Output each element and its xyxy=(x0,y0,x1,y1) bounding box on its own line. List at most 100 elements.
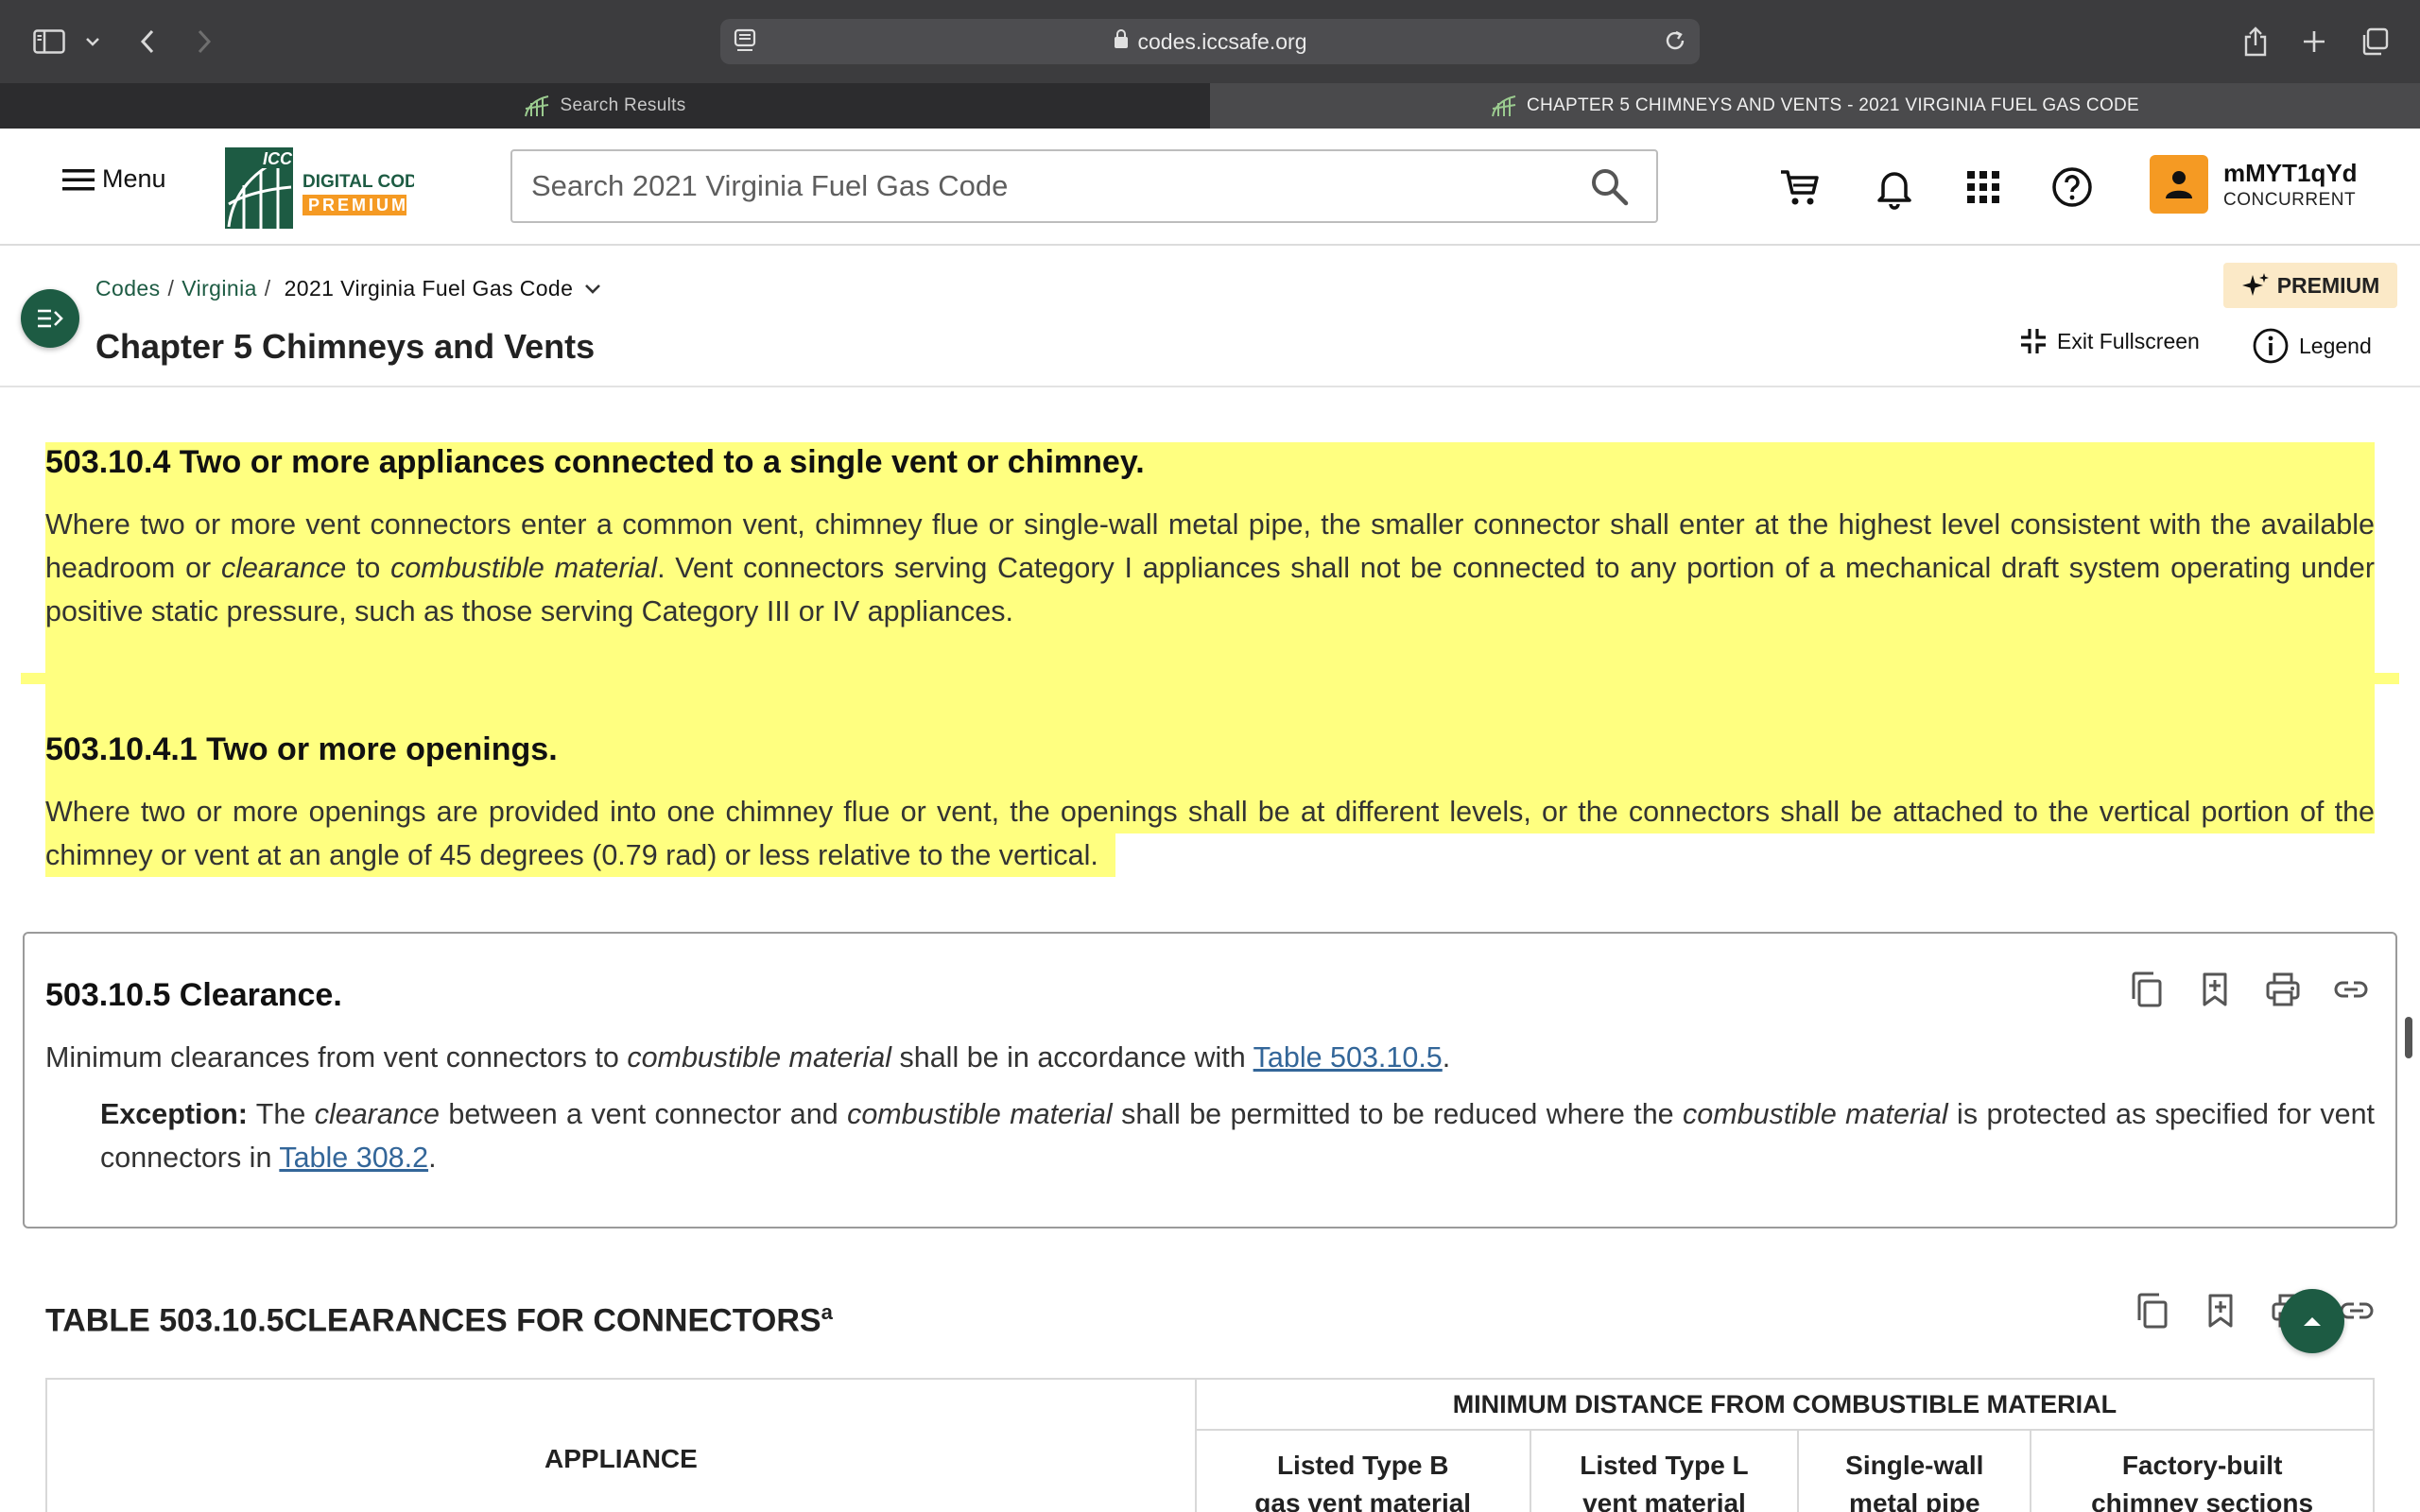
table-title-text: TABLE 503.10.5CLEARANCES FOR CONNECTORS xyxy=(45,1302,821,1339)
hamburger-icon xyxy=(62,168,95,190)
user-icon xyxy=(2166,171,2192,198)
bell-icon[interactable] xyxy=(1872,164,1917,210)
header-line: chimney sections xyxy=(2091,1488,2314,1512)
table-503-10-5-link[interactable]: Table 503.10.5 xyxy=(1253,1041,1443,1074)
header-minimum-distance: MINIMUM DISTANCE FROM COMBUSTIBLE MATERI… xyxy=(1194,1378,2376,1431)
breadcrumb: Codes / Virginia / 2021 Virginia Fuel Ga… xyxy=(95,276,603,301)
toc-icon xyxy=(38,309,63,328)
header-type-b: Listed Type B gas vent material xyxy=(1194,1429,1531,1512)
page-title: Chapter 5 Chimneys and Vents xyxy=(95,327,596,366)
svg-text:ICC: ICC xyxy=(263,149,293,168)
svg-text:PREMIUM: PREMIUM xyxy=(308,196,408,215)
forward-icon[interactable] xyxy=(189,21,219,62)
section-title-503-10-5: 503.10.5 Clearance. xyxy=(45,977,342,1013)
header-line: vent material xyxy=(1582,1488,1746,1512)
sidebar-toggle-icon[interactable] xyxy=(28,21,70,62)
icc-favicon-icon xyxy=(525,95,549,117)
text-run: . xyxy=(428,1142,437,1174)
breadcrumb-codes[interactable]: Codes xyxy=(95,276,160,301)
avatar[interactable] xyxy=(2150,155,2208,214)
scrollbar-thumb[interactable] xyxy=(2405,1017,2412,1058)
header-single-wall: Single-wall metal pipe xyxy=(1797,1429,2032,1512)
clearances-table: APPLIANCE MINIMUM DISTANCE FROM COMBUSTI… xyxy=(45,1378,2376,1512)
scroll-to-top-button[interactable] xyxy=(2280,1289,2344,1353)
apps-grid-icon[interactable] xyxy=(1961,164,2006,210)
search-input[interactable] xyxy=(531,169,1588,203)
exit-fullscreen-icon xyxy=(2021,329,2046,353)
breadcrumb-separator: / xyxy=(167,276,175,301)
text-run: Minimum clearances from vent connectors … xyxy=(45,1041,628,1074)
chevron-down-icon[interactable] xyxy=(81,21,104,62)
exception-label: Exception: xyxy=(100,1098,248,1130)
exit-fullscreen-button[interactable]: Exit Fullscreen xyxy=(2019,327,2200,355)
defined-term: combustible material xyxy=(390,552,658,584)
text-run: shall be in accordance with xyxy=(891,1041,1253,1074)
reader-icon[interactable] xyxy=(734,28,756,59)
premium-badge[interactable]: PREMIUM xyxy=(2223,263,2397,308)
copy-icon[interactable] xyxy=(2129,971,2165,1007)
header-line: metal pipe xyxy=(1849,1488,1980,1512)
code-content: 503.10.4 Two or more appliances connecte… xyxy=(0,387,2420,1512)
table-308-2-link[interactable]: Table 308.2 xyxy=(279,1142,428,1174)
exception-text: Exception: The clearance between a vent … xyxy=(100,1092,2375,1179)
menu-button[interactable]: Menu xyxy=(60,164,166,194)
caret-up-icon xyxy=(2304,1317,2321,1326)
user-account[interactable]: mMYT1qYd CONCURRENT xyxy=(2150,155,2358,214)
tab-bar: Search Results CHAPTER 5 CHIMNEYS AND VE… xyxy=(0,83,2420,129)
new-tab-icon[interactable] xyxy=(2297,21,2331,62)
help-icon[interactable] xyxy=(2049,164,2095,210)
defined-term: combustible material xyxy=(627,1041,892,1074)
text-run: . xyxy=(1442,1041,1451,1074)
info-icon xyxy=(2253,328,2289,364)
user-name: mMYT1qYd xyxy=(2223,158,2358,187)
section-text-503-10-5: Minimum clearances from vent connectors … xyxy=(45,1036,2375,1079)
text-run: The xyxy=(247,1098,315,1130)
bookmark-icon[interactable] xyxy=(2197,971,2233,1007)
text-run: shall be permitted to be reduced where t… xyxy=(1112,1098,1684,1130)
icc-digital-codes-premium-logo[interactable]: ICC DIGITAL CODES PREMIUM xyxy=(225,147,414,229)
icc-favicon-icon xyxy=(1491,95,1516,117)
section-text-503-10-4-1: Where two or more openings are provided … xyxy=(45,796,2375,871)
section-title-503-10-4-1: 503.10.4.1 Two or more openings. xyxy=(45,731,558,767)
chapter-header: Codes / Virginia / 2021 Virginia Fuel Ga… xyxy=(0,248,2420,387)
header-line: Listed Type L xyxy=(1580,1451,1749,1480)
text-run: between a vent connector and xyxy=(439,1098,848,1130)
legend-button[interactable]: Legend xyxy=(2252,327,2372,365)
defined-term: combustible material xyxy=(1683,1098,1948,1130)
breadcrumb-virginia[interactable]: Virginia xyxy=(182,276,257,301)
copy-icon[interactable] xyxy=(2135,1293,2170,1329)
address-bar[interactable]: codes.iccsafe.org xyxy=(720,19,1700,64)
search-box[interactable] xyxy=(510,149,1658,223)
search-icon[interactable] xyxy=(1588,165,1630,207)
breadcrumb-separator: / xyxy=(264,276,271,301)
url-text: codes.iccsafe.org xyxy=(1137,28,1307,54)
bookmark-icon[interactable] xyxy=(2203,1293,2238,1329)
section-text-503-10-4: Where two or more vent connectors enter … xyxy=(45,503,2375,633)
cart-icon[interactable] xyxy=(1777,164,1823,210)
reload-icon[interactable] xyxy=(1664,28,1686,59)
tab-search-results[interactable]: Search Results xyxy=(0,83,1210,129)
legend-label: Legend xyxy=(2299,333,2372,358)
link-icon[interactable] xyxy=(2333,971,2369,1007)
header-appliance: APPLIANCE xyxy=(45,1378,1197,1512)
highlight-band xyxy=(21,673,2399,684)
tab-chapter-5[interactable]: CHAPTER 5 CHIMNEYS AND VENTS - 2021 VIRG… xyxy=(1210,83,2420,129)
share-icon[interactable] xyxy=(2238,21,2273,62)
print-icon[interactable] xyxy=(2265,971,2301,1007)
user-license-status: CONCURRENT xyxy=(2223,189,2357,210)
tab-overview-icon[interactable] xyxy=(2358,21,2392,62)
defined-term: combustible material xyxy=(847,1098,1113,1130)
breadcrumb-current-book[interactable]: 2021 Virginia Fuel Gas Code xyxy=(285,276,574,301)
header-line: Single-wall xyxy=(1845,1451,1984,1480)
section-actions xyxy=(2129,971,2369,1007)
section-title-503-10-4: 503.10.4 Two or more appliances connecte… xyxy=(45,444,1145,480)
exit-fullscreen-label: Exit Fullscreen xyxy=(2057,328,2200,353)
premium-label: PREMIUM xyxy=(2276,272,2380,298)
chevron-down-icon[interactable] xyxy=(582,279,603,300)
back-icon[interactable] xyxy=(132,21,163,62)
menu-label: Menu xyxy=(102,164,166,193)
table-title: TABLE 503.10.5CLEARANCES FOR CONNECTORSa xyxy=(45,1300,833,1339)
header-line: Factory-built xyxy=(2121,1451,2283,1480)
header-line: Listed Type B xyxy=(1276,1451,1449,1480)
toc-toggle-button[interactable] xyxy=(21,289,79,348)
